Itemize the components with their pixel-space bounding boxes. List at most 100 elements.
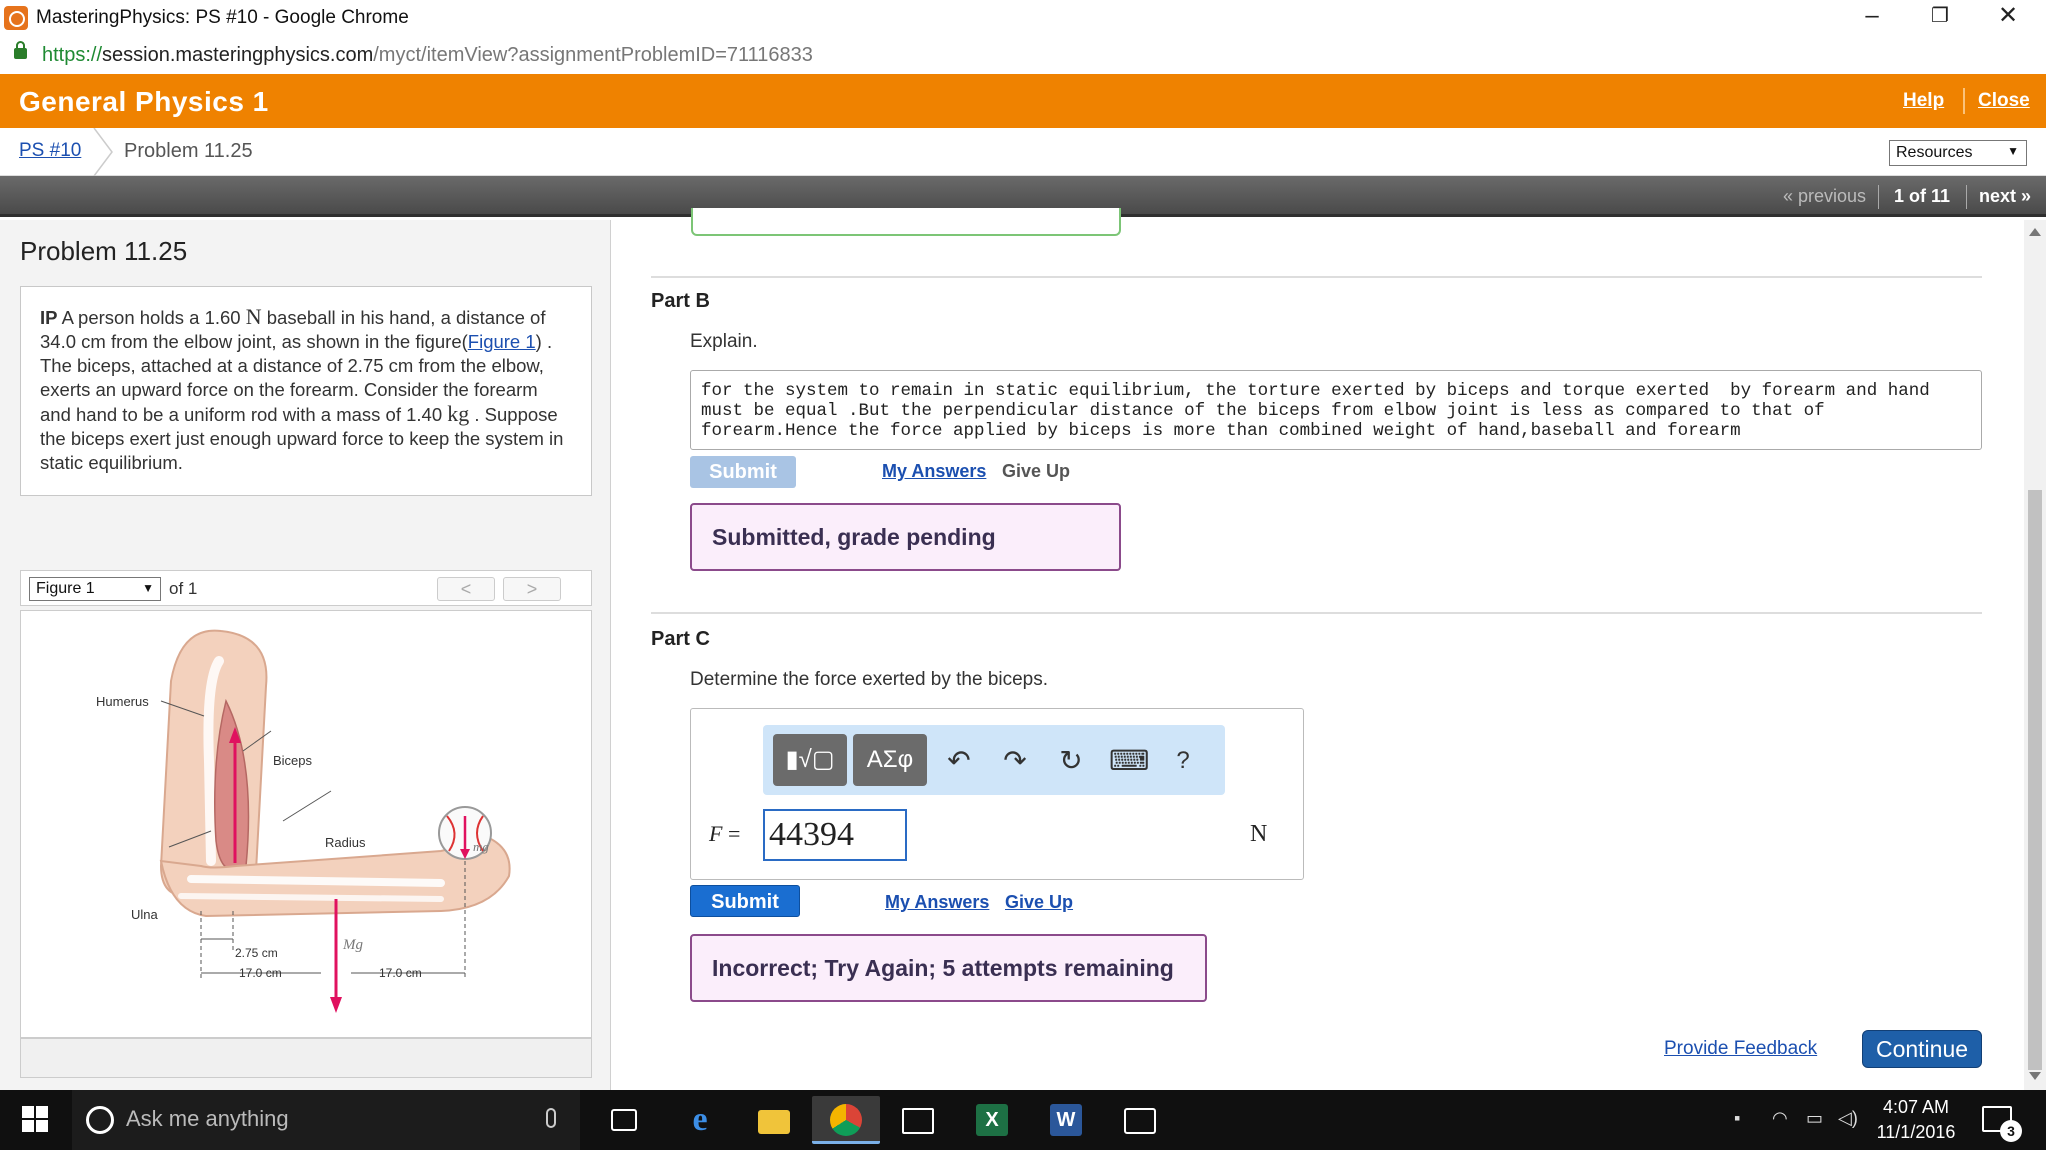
figure-prev-button[interactable]: <: [437, 577, 495, 601]
edge-taskbar-button[interactable]: e: [666, 1096, 734, 1144]
nav-divider: [1878, 185, 1879, 209]
unit-label: N: [1250, 821, 1268, 847]
redo-icon[interactable]: ↷: [997, 743, 1033, 779]
part-b-submit-button[interactable]: Submit: [690, 456, 796, 488]
close-link[interactable]: Close: [1978, 90, 2030, 112]
clock-date: 11/1/2016: [1876, 1122, 1956, 1142]
edge-icon: e: [692, 1101, 708, 1138]
word-taskbar-button[interactable]: W: [1032, 1096, 1100, 1144]
notification-count-badge: 3: [2000, 1120, 2022, 1142]
variable-label: F =: [709, 821, 741, 846]
part-divider: [651, 276, 1982, 278]
arm-weight-arrowhead: [330, 997, 342, 1013]
scroll-up-icon[interactable]: [2029, 228, 2041, 236]
task-view-button[interactable]: [590, 1096, 658, 1144]
part-c-title: Part C: [651, 628, 710, 650]
url-text[interactable]: https://session.masteringphysics.com/myc…: [42, 44, 813, 67]
part-b-status-box: Submitted, grade pending: [690, 503, 1121, 571]
answer-input[interactable]: 44394: [763, 809, 907, 861]
store-taskbar-button[interactable]: [884, 1096, 952, 1144]
volume-tray-icon[interactable]: ◁): [1838, 1108, 1858, 1129]
problem-statement: IP A person holds a 1.60 N baseball in h…: [20, 286, 592, 496]
leader-line: [282, 790, 332, 822]
windows-start-icon[interactable]: [22, 1106, 50, 1134]
window-title: MasteringPhysics: PS #10 - Google Chrome: [36, 7, 409, 28]
part-c-status-box: Incorrect; Try Again; 5 attempts remaini…: [690, 934, 1207, 1002]
figure-link[interactable]: Figure 1: [468, 331, 536, 352]
photos-taskbar-button[interactable]: [1106, 1096, 1174, 1144]
taskbar-clock[interactable]: 4:07 AM 11/1/2016: [1876, 1095, 1956, 1145]
undo-icon[interactable]: ↶: [941, 743, 977, 779]
part-c-submit-button[interactable]: Submit: [690, 885, 800, 917]
continue-button[interactable]: Continue: [1862, 1030, 1982, 1068]
provide-feedback-link[interactable]: Provide Feedback: [1664, 1038, 1817, 1060]
address-bar[interactable]: https://session.masteringphysics.com/myc…: [0, 36, 2046, 74]
figure-next-button[interactable]: >: [503, 577, 561, 601]
course-header: General Physics 1 Help Close: [0, 74, 2046, 128]
help-icon[interactable]: ?: [1165, 743, 1201, 779]
chrome-taskbar-button[interactable]: [812, 1096, 880, 1144]
next-link[interactable]: next »: [1979, 186, 2031, 207]
search-placeholder: Ask me anything: [126, 1106, 289, 1131]
microphone-icon[interactable]: [546, 1108, 556, 1128]
photos-icon: [1124, 1108, 1156, 1134]
minimize-button[interactable]: –: [1838, 0, 1906, 36]
excel-icon: X: [976, 1104, 1008, 1136]
dropdown-caret-icon: ▼: [2007, 144, 2019, 158]
battery-tray-icon[interactable]: ▭: [1806, 1108, 1823, 1129]
part-b-answer-textarea[interactable]: for the system to remain in static equil…: [690, 370, 1982, 450]
folder-icon: [758, 1110, 790, 1134]
breadcrumb-assignment-link[interactable]: PS #10: [19, 140, 81, 162]
previous-link[interactable]: « previous: [1783, 186, 1866, 207]
action-center-icon[interactable]: 3: [1982, 1106, 2022, 1142]
templates-button[interactable]: ▮√▢: [773, 734, 847, 786]
ulna-label: Ulna: [131, 907, 159, 922]
task-view-icon: [611, 1109, 637, 1131]
header-divider: [1963, 88, 1965, 114]
clock-time: 4:07 AM: [1882, 1097, 1950, 1117]
part-b-prompt: Explain.: [690, 331, 758, 352]
breadcrumb: PS #10 Problem 11.25 Resources ▼: [0, 128, 2046, 176]
part-c-my-answers-link[interactable]: My Answers: [885, 892, 989, 913]
keyboard-icon[interactable]: ⌨: [1109, 743, 1149, 779]
math-answer-editor: ▮√▢ ΑΣφ ↶ ↷ ↻ ⌨ ? F = 44394 N: [690, 708, 1304, 880]
mastering-app-icon: [4, 6, 28, 30]
dimension-label-17-b: 17.0 cm: [379, 966, 422, 980]
scroll-down-icon[interactable]: [2029, 1072, 2041, 1080]
people-tray-icon[interactable]: ▪: [1734, 1108, 1740, 1129]
window-titlebar: MasteringPhysics: PS #10 - Google Chrome…: [0, 0, 2046, 36]
store-icon: [902, 1108, 934, 1134]
part-a-feedback-box: [691, 208, 1121, 236]
restore-button[interactable]: ❐: [1906, 0, 1974, 36]
nav-divider: [1966, 185, 1967, 209]
reset-icon[interactable]: ↻: [1053, 743, 1089, 779]
part-c-prompt: Determine the force exerted by the bicep…: [690, 669, 1049, 690]
scrollbar-thumb[interactable]: [2028, 490, 2042, 1070]
close-window-button[interactable]: ✕: [1974, 0, 2042, 36]
symbols-button[interactable]: ΑΣφ: [853, 734, 927, 786]
part-divider: [651, 612, 1982, 614]
cortana-search[interactable]: Ask me anything: [72, 1090, 580, 1150]
lock-icon: [14, 41, 27, 59]
help-link[interactable]: Help: [1903, 90, 1944, 112]
resources-dropdown[interactable]: Resources ▼: [1889, 140, 2027, 166]
file-explorer-taskbar-button[interactable]: [740, 1096, 808, 1144]
course-title: General Physics 1: [19, 86, 269, 117]
excel-taskbar-button[interactable]: X: [958, 1096, 1026, 1144]
figure-count: of 1: [169, 579, 198, 598]
radius-label: Radius: [325, 835, 366, 850]
radius-bone: [187, 875, 445, 887]
figure-frame: Humerus Biceps Radius Ulna mg Mg 2.75 cm…: [20, 610, 592, 1038]
part-b-title: Part B: [651, 290, 710, 312]
problem-panel: Problem 11.25 IP A person holds a 1.60 N…: [0, 220, 611, 1090]
ip-tag: IP: [40, 307, 58, 328]
figure-select[interactable]: Figure 1 ▼: [29, 577, 161, 601]
dropdown-caret-icon: ▼: [142, 581, 154, 595]
part-b-my-answers-link[interactable]: My Answers: [882, 461, 986, 482]
wifi-tray-icon[interactable]: ◠: [1772, 1108, 1788, 1129]
arm-diagram: Humerus Biceps Radius Ulna mg Mg 2.75 cm…: [96, 629, 511, 1013]
vertical-scrollbar[interactable]: [2024, 220, 2046, 1090]
part-c-give-up-link[interactable]: Give Up: [1005, 892, 1073, 913]
biceps-label: Biceps: [273, 753, 313, 768]
baseball-weight-label: mg: [473, 839, 489, 854]
